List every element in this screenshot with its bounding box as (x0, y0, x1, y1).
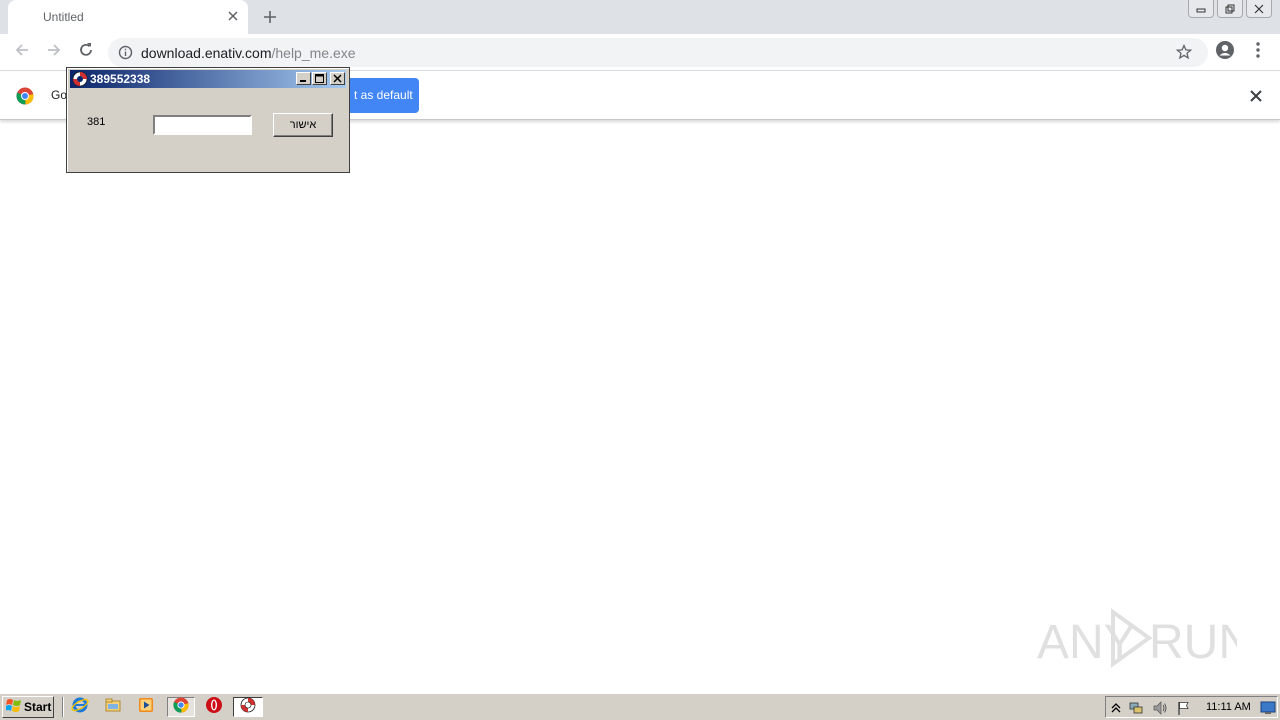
account-icon (1215, 40, 1235, 65)
reload-button[interactable] (75, 41, 97, 63)
url-text[interactable]: download.enativ.com/help_me.exe (141, 45, 356, 61)
tab-strip: Untitled (0, 0, 1280, 34)
infobar-message: Go (51, 88, 68, 102)
popup-dialog: 389552338 381 אישור (66, 67, 350, 173)
kebab-menu-icon (1255, 41, 1261, 64)
tab-close-icon[interactable] (225, 8, 241, 24)
folder-icon (104, 696, 122, 719)
reload-icon (77, 41, 95, 64)
lifebuoy-icon (72, 71, 88, 87)
browser-toolbar: download.enativ.com/help_me.exe (0, 34, 1280, 71)
restore-window-button[interactable] (1217, 0, 1243, 18)
close-icon (333, 70, 342, 88)
opera-taskbar-button[interactable] (203, 696, 225, 719)
taskbar-separator (62, 697, 64, 717)
volume-icon[interactable] (1152, 700, 1168, 716)
explorer-taskbar-button[interactable] (102, 697, 124, 717)
action-center-flag-icon[interactable] (1176, 700, 1192, 716)
maximize-icon (315, 70, 324, 88)
network-icon[interactable] (1128, 700, 1144, 716)
watermark-text-right: RUN (1149, 616, 1237, 669)
profile-button[interactable] (1214, 40, 1236, 65)
chrome-taskbar-button[interactable] (167, 696, 195, 718)
windows-taskbar: Start 11:11 AM (0, 693, 1280, 720)
chrome-icon (173, 696, 189, 718)
dialog-close-button[interactable] (330, 72, 345, 85)
dialog-app-taskbar-button[interactable] (233, 697, 263, 717)
lifebuoy-icon (240, 697, 256, 718)
minimize-window-button[interactable] (1188, 0, 1214, 18)
watermark-text-left: ANY (1037, 616, 1136, 669)
chrome-logo-icon (16, 87, 34, 105)
chrome-menu-button[interactable] (1247, 41, 1269, 63)
taskbar-clock[interactable]: 11:11 AM (1206, 701, 1251, 713)
dialog-title-bar[interactable]: 389552338 (70, 70, 346, 88)
dialog-text-input[interactable] (153, 115, 252, 135)
media-player-taskbar-button[interactable] (135, 697, 157, 717)
start-button[interactable]: Start (2, 696, 54, 718)
site-info-icon[interactable] (118, 45, 133, 65)
address-bar[interactable]: download.enativ.com/help_me.exe (108, 38, 1208, 67)
start-label: Start (24, 700, 52, 714)
show-hidden-icons-icon[interactable] (1108, 700, 1124, 716)
internet-explorer-icon (71, 696, 89, 719)
media-player-icon (137, 696, 155, 719)
back-button[interactable] (11, 41, 33, 63)
dialog-maximize-button[interactable] (312, 72, 327, 85)
show-desktop-icon[interactable] (1260, 700, 1276, 716)
url-host: download.enativ.com (141, 45, 272, 61)
confirm-button[interactable]: אישור (273, 113, 333, 137)
tab-untitled[interactable]: Untitled (8, 0, 248, 34)
url-path: /help_me.exe (271, 45, 356, 61)
dialog-number-label: 381 (87, 116, 106, 128)
dialog-title: 389552338 (90, 72, 151, 86)
dialog-minimize-button[interactable] (296, 72, 311, 85)
system-tray: 11:11 AM (1105, 696, 1278, 718)
forward-button[interactable] (43, 41, 65, 63)
windows-logo-icon (5, 697, 22, 718)
tab-title: Untitled (43, 10, 84, 24)
new-tab-button[interactable] (259, 6, 281, 28)
back-arrow-icon (13, 41, 31, 64)
minimize-icon (299, 70, 308, 88)
forward-arrow-icon (45, 41, 63, 64)
opera-icon (205, 696, 223, 719)
anyrun-watermark: ANY RUN (1037, 606, 1253, 670)
bookmark-star-icon[interactable] (1175, 43, 1193, 65)
window-controls (1185, 0, 1272, 18)
close-window-button[interactable] (1246, 0, 1272, 18)
infobar-close-icon[interactable] (1247, 87, 1265, 105)
internet-explorer-taskbar-button[interactable] (69, 697, 91, 717)
